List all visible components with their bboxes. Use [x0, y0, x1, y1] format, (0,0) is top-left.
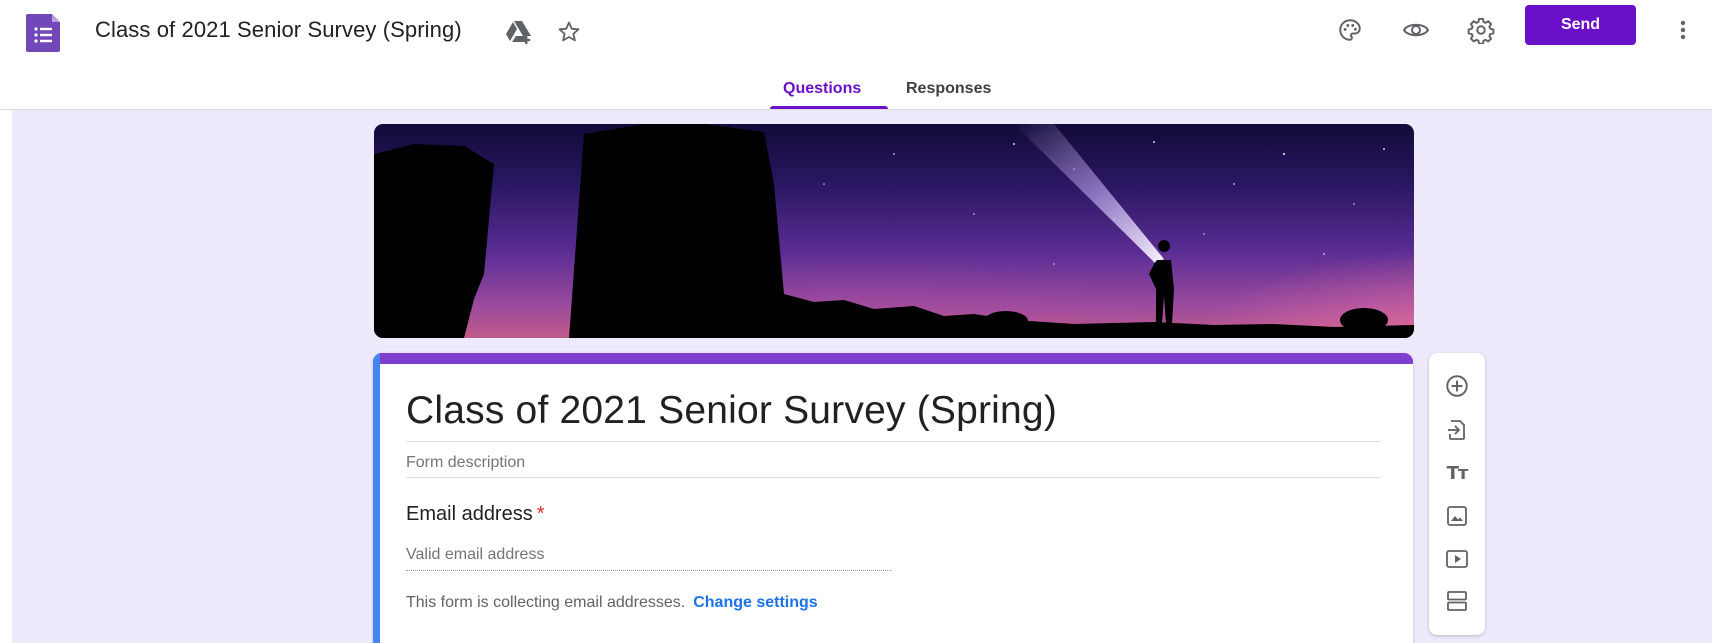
document-title[interactable]: Class of 2021 Senior Survey (Spring)	[95, 17, 462, 43]
add-title-description-icon[interactable]: Tт	[1437, 453, 1477, 493]
tab-questions[interactable]: Questions	[783, 80, 861, 98]
add-video-icon[interactable]	[1437, 539, 1477, 579]
add-question-icon[interactable]	[1437, 366, 1477, 406]
divider	[406, 477, 1380, 478]
import-questions-icon[interactable]	[1437, 410, 1477, 450]
more-vert-icon[interactable]	[1663, 10, 1703, 50]
form-description-input[interactable]: Form description	[406, 454, 525, 472]
forms-app-icon[interactable]	[24, 12, 64, 52]
header-banner-image	[374, 124, 1414, 338]
divider	[406, 441, 1380, 442]
email-answer-underline	[406, 570, 892, 571]
question-toolbar: Tт	[1429, 353, 1485, 635]
add-image-icon[interactable]	[1437, 496, 1477, 536]
change-settings-link[interactable]: Change settings	[693, 594, 817, 611]
settings-gear-icon[interactable]	[1461, 10, 1501, 50]
send-button[interactable]: Send	[1525, 5, 1636, 45]
required-asterisk: *	[536, 503, 545, 525]
top-app-bar: Class of 2021 Senior Survey (Spring) Sen…	[0, 0, 1712, 60]
preview-eye-icon[interactable]	[1396, 10, 1436, 50]
palette-icon[interactable]	[1330, 10, 1370, 50]
tab-responses[interactable]: Responses	[906, 80, 991, 98]
add-section-icon[interactable]	[1437, 581, 1477, 621]
form-title-input[interactable]: Class of 2021 Senior Survey (Spring)	[406, 389, 1057, 433]
selected-card-indicator	[373, 353, 380, 643]
email-question-text: Email address	[406, 503, 533, 525]
divider	[0, 109, 1712, 110]
email-answer-placeholder: Valid email address	[406, 546, 545, 563]
title-tool-glyph: Tт	[1446, 462, 1469, 484]
theme-color-bar	[373, 353, 1413, 364]
form-tabs: Questions Responses	[0, 60, 1712, 110]
collection-note-text: This form is collecting email addresses.	[406, 594, 686, 611]
email-question-label: Email address *	[406, 503, 545, 526]
form-header-card[interactable]: Class of 2021 Senior Survey (Spring) For…	[373, 353, 1413, 643]
email-collection-note: This form is collecting email addresses.…	[406, 594, 818, 612]
drive-move-icon[interactable]	[505, 18, 533, 46]
star-icon[interactable]	[555, 18, 583, 46]
